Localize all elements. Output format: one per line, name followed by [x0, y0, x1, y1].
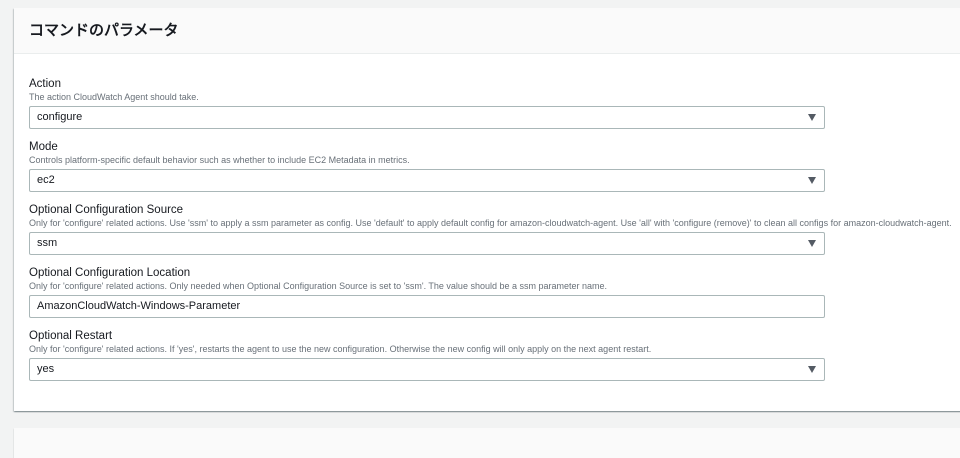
field-description: Only for 'configure' related actions. Us…: [29, 218, 952, 228]
caret-down-icon: [808, 114, 816, 121]
field-description: The action CloudWatch Agent should take.: [29, 92, 199, 102]
select-value: yes: [37, 363, 55, 375]
field-config-source: Optional Configuration Source Only for '…: [29, 203, 959, 255]
caret-down-icon: [808, 366, 816, 373]
field-description: Only for 'configure' related actions. If…: [29, 344, 652, 354]
next-panel: [14, 428, 960, 458]
field-restart: Optional Restart Only for 'configure' re…: [29, 329, 959, 381]
field-description: Only for 'configure' related actions. On…: [29, 281, 608, 291]
caret-down-icon: [808, 240, 816, 247]
mode-select[interactable]: ec2: [29, 169, 825, 192]
select-value: configure: [37, 111, 83, 123]
section-title: コマンドのパラメータ: [29, 22, 179, 39]
select-value: ssm: [37, 237, 58, 249]
select-value: ec2: [37, 174, 55, 186]
field-label: Action: [29, 78, 61, 90]
config-source-select[interactable]: ssm: [29, 232, 825, 255]
field-label: Optional Restart: [29, 330, 113, 342]
field-action: Action The action CloudWatch Agent shoul…: [29, 77, 959, 129]
action-select[interactable]: configure: [29, 106, 825, 129]
field-description: Controls platform-specific default behav…: [29, 155, 410, 165]
field-mode: Mode Controls platform-specific default …: [29, 140, 959, 192]
field-label: Mode: [29, 141, 58, 153]
field-config-location: Optional Configuration Location Only for…: [29, 266, 959, 318]
command-parameters-panel: コマンドのパラメータ Action The action CloudWatch …: [14, 8, 960, 411]
config-location-input[interactable]: AmazonCloudWatch-Windows-Parameter: [29, 295, 825, 318]
restart-select[interactable]: yes: [29, 358, 825, 381]
field-label: Optional Configuration Location: [29, 267, 191, 279]
caret-down-icon: [808, 177, 816, 184]
field-label: Optional Configuration Source: [29, 204, 184, 216]
panel-header: コマンドのパラメータ: [14, 8, 960, 54]
